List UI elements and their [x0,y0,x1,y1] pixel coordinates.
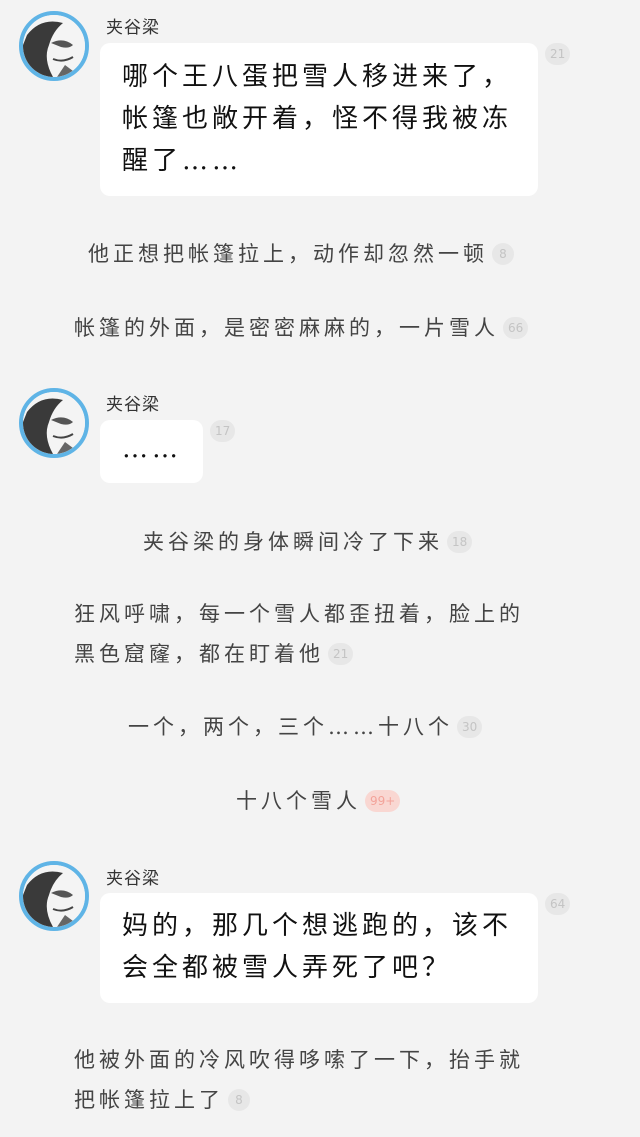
message-line: 醒了…… [122,146,243,176]
narration-line: 十八个雪人 99+ [236,781,401,821]
narration-line: 夹谷梁的身体瞬间冷了下来 18 [143,522,473,562]
avatar[interactable] [19,861,89,931]
comment-count-badge[interactable]: 21 [328,642,354,665]
narration-text: 狂风呼啸，每一个雪人都歪扭着，脸上的 [74,602,524,626]
comment-count-badge[interactable]: 21 [545,43,571,65]
narration-line: 帐篷的外面，是密密麻麻的，一片雪人 66 [74,308,529,348]
narration-text: 一个，两个，三个……十八个 [128,715,453,739]
avatar-portrait-icon [23,392,85,454]
narration-text: 夹谷梁的身体瞬间冷了下来 [143,530,443,554]
speaker-name: 夹谷梁 [106,869,160,889]
avatar[interactable] [19,11,89,81]
comment-count-badge[interactable]: 64 [545,893,571,915]
message-line: 帐篷也敞开着，怪不得我被冻 [122,104,513,134]
comment-count-badge[interactable]: 8 [492,242,514,265]
message-bubble[interactable]: 妈的，那几个想逃跑的，该不 会全都被雪人弄死了吧？ [100,893,538,1003]
comment-count-badge[interactable]: 30 [457,715,483,738]
message-line: 会全都被雪人弄死了吧？ [122,953,453,983]
comment-count-badge[interactable]: 99+ [365,789,401,812]
message-bubble[interactable]: …… [100,420,203,483]
narration-text: 帐篷的外面，是密密麻麻的，一片雪人 [74,316,499,340]
message-bubble[interactable]: 哪个王八蛋把雪人移进来了， 帐篷也敞开着，怪不得我被冻 醒了…… [100,43,538,196]
narration-line: 他被外面的冷风吹得哆嗦了一下，抬手就 把帐篷拉上了 8 [74,1040,524,1120]
narration-line: 一个，两个，三个……十八个 30 [128,707,483,747]
comment-count-badge[interactable]: 8 [228,1088,250,1111]
message-line: 哪个王八蛋把雪人移进来了， [122,62,513,92]
narration-text: 他被外面的冷风吹得哆嗦了一下，抬手就 [74,1048,524,1072]
speaker-name: 夹谷梁 [106,18,160,38]
avatar-portrait-icon [23,865,85,927]
message-line: …… [122,434,182,464]
comment-count-badge[interactable]: 18 [447,530,473,553]
comment-count-badge[interactable]: 66 [503,316,529,339]
avatar-portrait-icon [23,15,85,77]
narration-line: 他正想把帐篷拉上，动作却忽然一顿 8 [88,234,514,274]
speaker-name: 夹谷梁 [106,395,160,415]
comment-count-badge[interactable]: 17 [210,420,236,442]
avatar[interactable] [19,388,89,458]
narration-text: 黑色窟窿，都在盯着他 [74,642,324,666]
message-line: 妈的，那几个想逃跑的，该不 [122,911,513,941]
narration-text: 他正想把帐篷拉上，动作却忽然一顿 [88,242,488,266]
narration-text: 十八个雪人 [236,789,361,813]
narration-line: 狂风呼啸，每一个雪人都歪扭着，脸上的 黑色窟窿，都在盯着他 21 [74,594,524,674]
narration-text: 把帐篷拉上了 [74,1088,224,1112]
